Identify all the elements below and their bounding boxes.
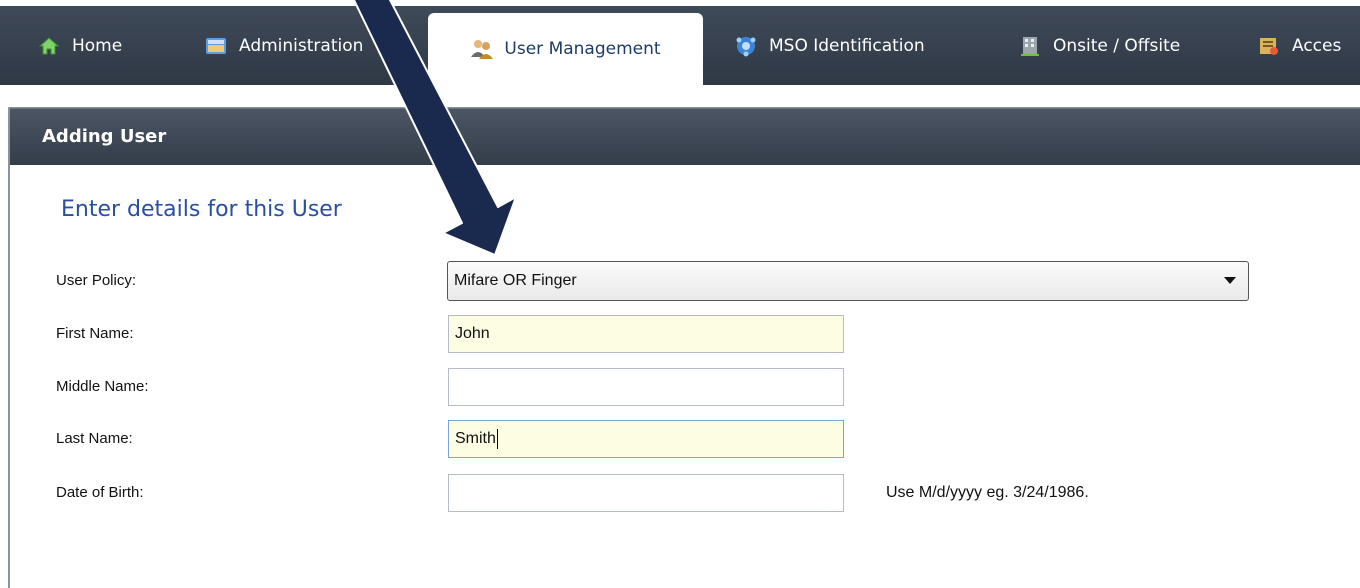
access-icon bbox=[1258, 35, 1280, 57]
tab-user-management[interactable]: User Management bbox=[428, 13, 703, 85]
chevron-down-icon bbox=[1224, 277, 1236, 284]
tab-administration[interactable]: Administration bbox=[205, 6, 363, 85]
middle-name-label: Middle Name: bbox=[56, 378, 149, 395]
last-name-value: Smith bbox=[455, 430, 496, 447]
first-name-field[interactable]: John bbox=[448, 315, 844, 353]
tab-user-management-label: User Management bbox=[504, 39, 661, 59]
tab-home[interactable]: Home bbox=[38, 6, 122, 85]
tab-access-label: Acces bbox=[1292, 35, 1342, 56]
mso-icon bbox=[735, 35, 757, 57]
dob-label: Date of Birth: bbox=[56, 484, 144, 501]
first-name-value: John bbox=[455, 325, 490, 342]
tab-access[interactable]: Acces bbox=[1258, 6, 1341, 85]
tab-onsite-label: Onsite / Offsite bbox=[1053, 35, 1181, 56]
user-policy-label: User Policy: bbox=[56, 272, 137, 289]
first-name-label: First Name: bbox=[56, 325, 134, 342]
tab-mso-label: MSO Identification bbox=[769, 35, 925, 56]
last-name-label: Last Name: bbox=[56, 430, 133, 447]
panel-title: Adding User bbox=[42, 126, 167, 147]
home-icon bbox=[38, 35, 60, 57]
tab-administration-label: Administration bbox=[239, 35, 364, 56]
user-policy-value: Mifare OR Finger bbox=[454, 272, 577, 289]
text-cursor bbox=[496, 429, 498, 449]
tab-onsite-offsite[interactable]: Onsite / Offsite bbox=[1019, 6, 1180, 85]
middle-name-field[interactable] bbox=[448, 368, 844, 406]
admin-icon bbox=[205, 35, 227, 57]
tab-mso-identification[interactable]: MSO Identification bbox=[735, 6, 925, 85]
section-title: Enter details for this User bbox=[61, 197, 342, 222]
users-icon bbox=[470, 37, 494, 61]
tab-home-label: Home bbox=[72, 35, 123, 56]
dob-hint: Use M/d/yyyy eg. 3/24/1986. bbox=[886, 484, 1089, 501]
user-policy-select[interactable]: Mifare OR Finger bbox=[447, 261, 1249, 301]
dob-field[interactable] bbox=[448, 474, 844, 512]
tab-underline-band bbox=[0, 85, 1360, 107]
last-name-field[interactable]: Smith bbox=[448, 420, 844, 458]
building-icon bbox=[1019, 35, 1041, 57]
panel-header bbox=[10, 108, 1360, 165]
